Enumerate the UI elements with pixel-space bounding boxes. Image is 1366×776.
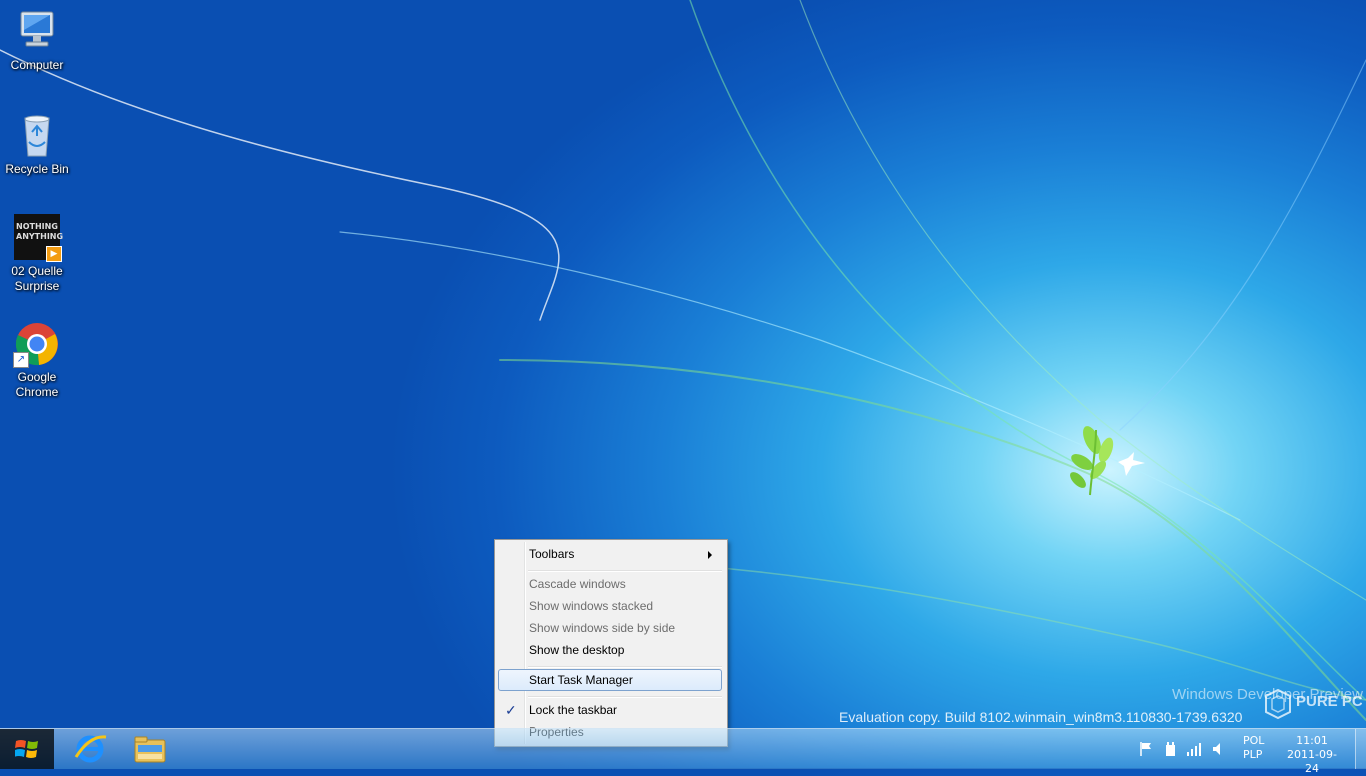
menu-item-show-desktop[interactable]: Show the desktop [498, 639, 722, 661]
power-icon[interactable] [1162, 741, 1178, 757]
language-top: POL [1243, 734, 1265, 747]
chrome-icon: ↗ [13, 320, 61, 368]
site-logo-watermark: PURE PC [1262, 686, 1363, 722]
album-cover-text: NOTHING ANYTHING [16, 222, 64, 241]
checkmark-icon: ✓ [505, 702, 517, 718]
menu-item-show-windows-stacked: Show windows stacked [498, 595, 722, 617]
desktop-icon-label: Google Chrome [15, 370, 59, 399]
menu-separator [528, 570, 722, 572]
desktop-icon-recycle-bin[interactable]: Recycle Bin [0, 112, 74, 177]
clock-time: 11:01 [1296, 734, 1328, 747]
internet-explorer-icon [74, 735, 107, 763]
desktop-icon-label: Computer [10, 58, 64, 72]
volume-icon[interactable] [1210, 741, 1226, 757]
action-center-flag-icon[interactable] [1138, 741, 1154, 757]
desktop-icon-computer[interactable]: Computer [0, 8, 74, 73]
menu-item-cascade-windows: Cascade windows [498, 573, 722, 595]
menu-item-label: Cascade windows [529, 577, 626, 591]
desktop-icon-media-file[interactable]: NOTHING ANYTHING ▶ 02 Quelle Surprise [0, 214, 74, 294]
menu-item-show-windows-side-by-side: Show windows side by side [498, 617, 722, 639]
desktop-icon-chrome[interactable]: ↗ Google Chrome [0, 320, 74, 400]
watermark-build: Evaluation copy. Build 8102.winmain_win8… [839, 709, 1243, 725]
submenu-arrow-icon [708, 551, 712, 559]
bird-icon [1118, 452, 1145, 476]
clock-date: 2011-09-24 [1287, 748, 1337, 775]
menu-separator [528, 696, 722, 698]
file-explorer-icon [134, 736, 166, 763]
menu-item-lock-taskbar[interactable]: ✓ Lock the taskbar [498, 699, 722, 721]
menu-separator [528, 666, 722, 668]
brand-logo-text: PURE PC [1296, 693, 1362, 710]
menu-item-label: Show windows stacked [529, 599, 654, 613]
desktop-icon-label: 02 Quelle Surprise [11, 264, 63, 293]
taskbar-context-menu: Toolbars Cascade windows Show windows st… [494, 539, 728, 747]
clock[interactable]: 11:01 2011-09-24 [1281, 734, 1343, 776]
taskbar[interactable]: POL PLP 11:01 2011-09-24 [0, 728, 1366, 775]
shortcut-arrow-icon: ↗ [13, 352, 29, 368]
taskbar-pin-file-explorer[interactable] [122, 731, 178, 767]
menu-item-label: Lock the taskbar [529, 703, 618, 717]
media-file-icon: NOTHING ANYTHING ▶ [14, 214, 64, 262]
leaf-sprig-icon [1070, 426, 1114, 496]
desktop-icon-label: Recycle Bin [5, 162, 69, 176]
language-bottom: PLP [1243, 748, 1263, 761]
menu-item-label: Toolbars [529, 547, 575, 561]
menu-item-label: Show windows side by side [529, 621, 676, 635]
recycle-bin-icon [13, 112, 61, 160]
menu-item-toolbars[interactable]: Toolbars [498, 543, 722, 565]
network-signal-icon[interactable] [1186, 741, 1202, 757]
windows-logo-icon [15, 740, 38, 758]
play-badge-icon: ▶ [46, 246, 62, 262]
menu-item-start-task-manager[interactable]: Start Task Manager [498, 669, 722, 691]
start-button[interactable] [0, 729, 54, 769]
taskbar-pin-internet-explorer[interactable] [62, 731, 118, 767]
show-desktop-button[interactable] [1355, 729, 1366, 769]
menu-item-label: Show the desktop [529, 643, 625, 657]
language-indicator[interactable]: POL PLP [1243, 734, 1264, 762]
computer-icon [13, 8, 61, 56]
menu-item-label: Start Task Manager [529, 673, 633, 687]
